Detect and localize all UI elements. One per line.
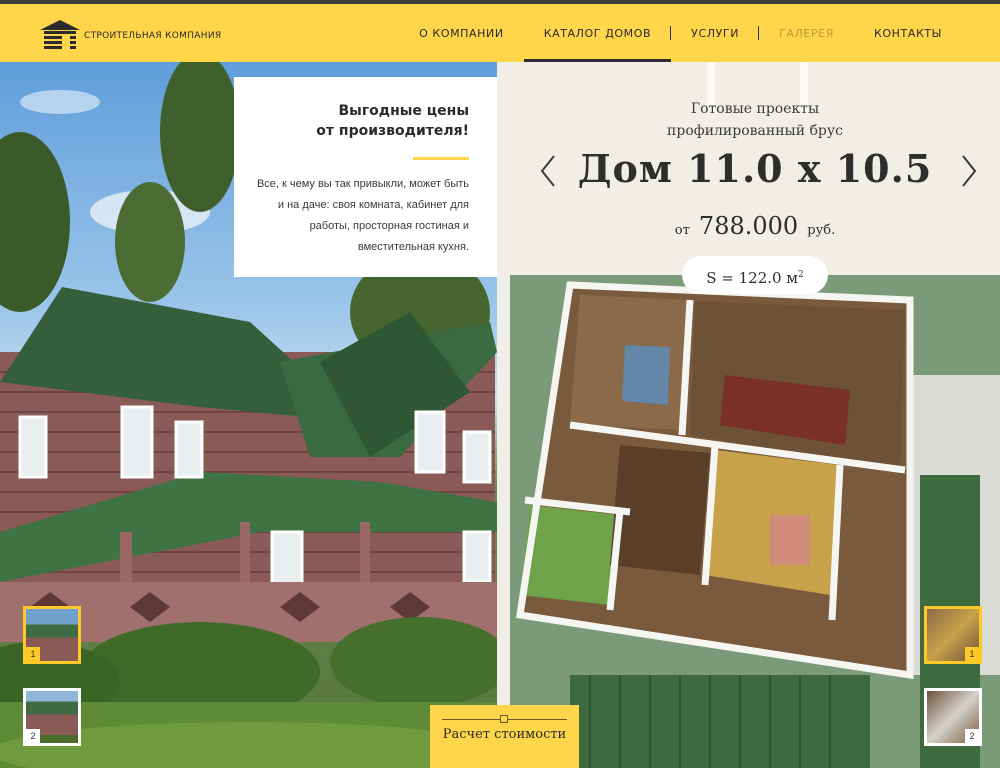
area-unit-superscript: 2	[798, 270, 804, 280]
promo-title-line1: Выгодные цены	[338, 103, 469, 119]
project-panel: Готовые проекты профилированный брус Дом…	[510, 62, 1000, 768]
area-label: S = 122.0 м	[706, 269, 799, 287]
site-header: СТРОИТЕЛЬНАЯ КОМПАНИЯ О КОМПАНИИ КАТАЛОГ…	[0, 4, 1000, 62]
promo-divider	[413, 157, 469, 160]
right-thumb-1[interactable]: 1	[924, 606, 982, 664]
left-thumb-1[interactable]: 1	[23, 606, 81, 664]
price-currency: руб.	[807, 223, 836, 238]
calc-price-label: Расчет стоимости	[442, 727, 567, 742]
right-thumb-number: 1	[965, 647, 979, 661]
project-subtitle-line1: Готовые проекты	[690, 101, 820, 117]
project-subtitle: Готовые проекты профилированный брус	[510, 98, 1000, 142]
right-thumb-number: 2	[965, 729, 979, 743]
price-value: 788.000	[698, 212, 799, 240]
nav-item-catalog[interactable]: КАТАЛОГ ДОМОВ	[523, 4, 672, 62]
chevron-right-icon[interactable]	[959, 154, 979, 188]
calc-price-button[interactable]: Расчет стоимости	[430, 705, 579, 768]
promo-card: Выгодные цены от производителя! Все, к ч…	[234, 77, 497, 277]
main-nav: О КОМПАНИИ КАТАЛОГ ДОМОВ УСЛУГИ ГАЛЕРЕЯ …	[399, 4, 962, 62]
log-house-icon	[40, 20, 80, 49]
left-thumb-number: 1	[26, 647, 40, 661]
promo-text: Все, к чему вы так привыкли, может быть …	[256, 178, 469, 253]
logo[interactable]: СТРОИТЕЛЬНАЯ КОМПАНИЯ	[38, 18, 228, 50]
right-thumb-2[interactable]: 2	[924, 688, 982, 746]
nav-item-contacts[interactable]: КОНТАКТЫ	[854, 4, 962, 62]
promo-title-line2: от производителя!	[316, 123, 469, 139]
left-thumb-2[interactable]: 2	[23, 688, 81, 746]
project-subtitle-line2: профилированный брус	[667, 123, 843, 139]
nav-item-services-label: УСЛУГИ	[691, 26, 740, 40]
nav-item-about[interactable]: О КОМПАНИИ	[399, 4, 524, 62]
project-title: Дом 11.0 х 10.5	[577, 146, 933, 191]
button-decor-dot	[500, 715, 508, 723]
logo-text: СТРОИТЕЛЬНАЯ КОМПАНИЯ	[84, 31, 222, 41]
nav-item-services[interactable]: УСЛУГИ	[671, 4, 760, 62]
nav-item-gallery[interactable]: ГАЛЕРЕЯ	[759, 4, 854, 62]
promo-title: Выгодные цены от производителя!	[254, 101, 469, 141]
project-price: от 788.000 руб.	[510, 212, 1000, 240]
hero-photo: Выгодные цены от производителя! Все, к ч…	[0, 62, 497, 768]
nav-item-catalog-label: КАТАЛОГ ДОМОВ	[543, 26, 652, 40]
left-thumb-number: 2	[26, 729, 40, 743]
area-badge: S = 122.0 м2	[682, 256, 828, 294]
price-prefix: от	[674, 223, 690, 238]
